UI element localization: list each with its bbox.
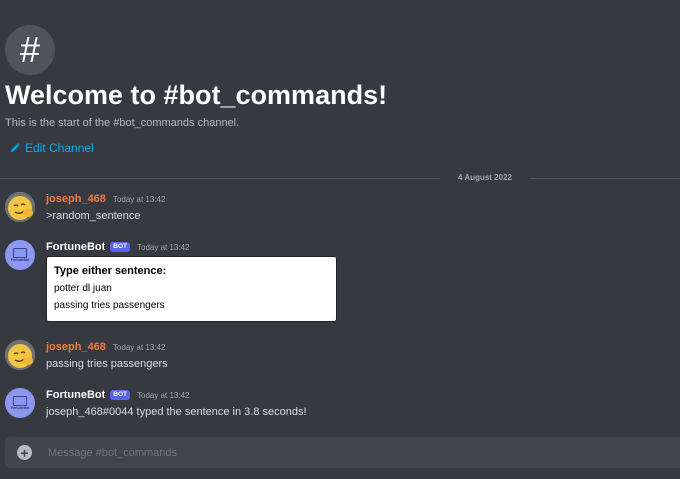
hashtag-glyph: #	[19, 29, 41, 70]
add-attachment-button[interactable]: +	[17, 445, 32, 460]
message-text: passing tries passengers	[46, 358, 168, 370]
plus-icon: +	[20, 444, 29, 461]
message-input[interactable]	[46, 445, 610, 460]
pencil-icon	[11, 143, 20, 152]
monitor-icon	[13, 395, 27, 406]
username[interactable]: joseph_468	[46, 193, 106, 205]
embed-line: passing tries passengers	[54, 300, 165, 311]
timestamp: Today at 13:42	[112, 342, 166, 352]
welcome-title: Welcome to #bot_commands!	[5, 80, 388, 110]
date-divider: 4 August 2022	[0, 172, 680, 184]
user-avatar[interactable]	[5, 192, 35, 222]
bot-avatar-label: Fortunebot	[10, 405, 30, 410]
message-composer: +	[5, 437, 680, 468]
message-header: joseph_468 Today at 13:42	[46, 193, 165, 205]
bot-avatar[interactable]: Fortunebot	[5, 240, 35, 270]
bot-avatar[interactable]: Fortunebot	[5, 388, 35, 418]
emoji-avatar-icon	[5, 340, 35, 370]
message-header: FortuneBot BOT Today at 13:42	[46, 389, 189, 401]
timestamp: Today at 13:42	[137, 390, 190, 400]
timestamp: Today at 13:42	[112, 194, 166, 204]
embed-title: Type either sentence:	[54, 265, 167, 277]
username[interactable]: FortuneBot	[46, 389, 105, 401]
emoji-avatar-icon	[5, 192, 35, 222]
bot-avatar-label: Fortunebot	[10, 257, 30, 262]
bot-tag-badge: BOT	[110, 242, 130, 252]
username[interactable]: joseph_468	[46, 341, 106, 353]
divider-line-right	[530, 178, 680, 179]
bot-tag-badge: BOT	[110, 390, 130, 400]
message-header: joseph_468 Today at 13:42	[46, 341, 165, 353]
username[interactable]: FortuneBot	[46, 241, 105, 253]
message-header: FortuneBot BOT Today at 13:42	[46, 241, 189, 253]
bot-embed: Type either sentence: potter dl juan pas…	[46, 256, 337, 322]
user-avatar[interactable]	[5, 340, 35, 370]
message-text: >random_sentence	[46, 210, 141, 222]
date-divider-label: 4 August 2022	[458, 173, 512, 182]
chat-view: # Welcome to #bot_commands! This is the …	[0, 0, 680, 479]
hashtag-icon: #	[5, 25, 55, 75]
edit-channel-label: Edit Channel	[25, 141, 94, 155]
monitor-icon	[13, 247, 27, 258]
divider-line-left	[0, 178, 440, 179]
embed-line: potter dl juan	[54, 283, 112, 294]
edit-channel-link[interactable]: Edit Channel	[10, 141, 94, 155]
timestamp: Today at 13:42	[137, 242, 190, 252]
welcome-subtitle: This is the start of the #bot_commands c…	[5, 117, 240, 129]
message-text: joseph_468#0044 typed the sentence in 3.…	[46, 406, 307, 418]
